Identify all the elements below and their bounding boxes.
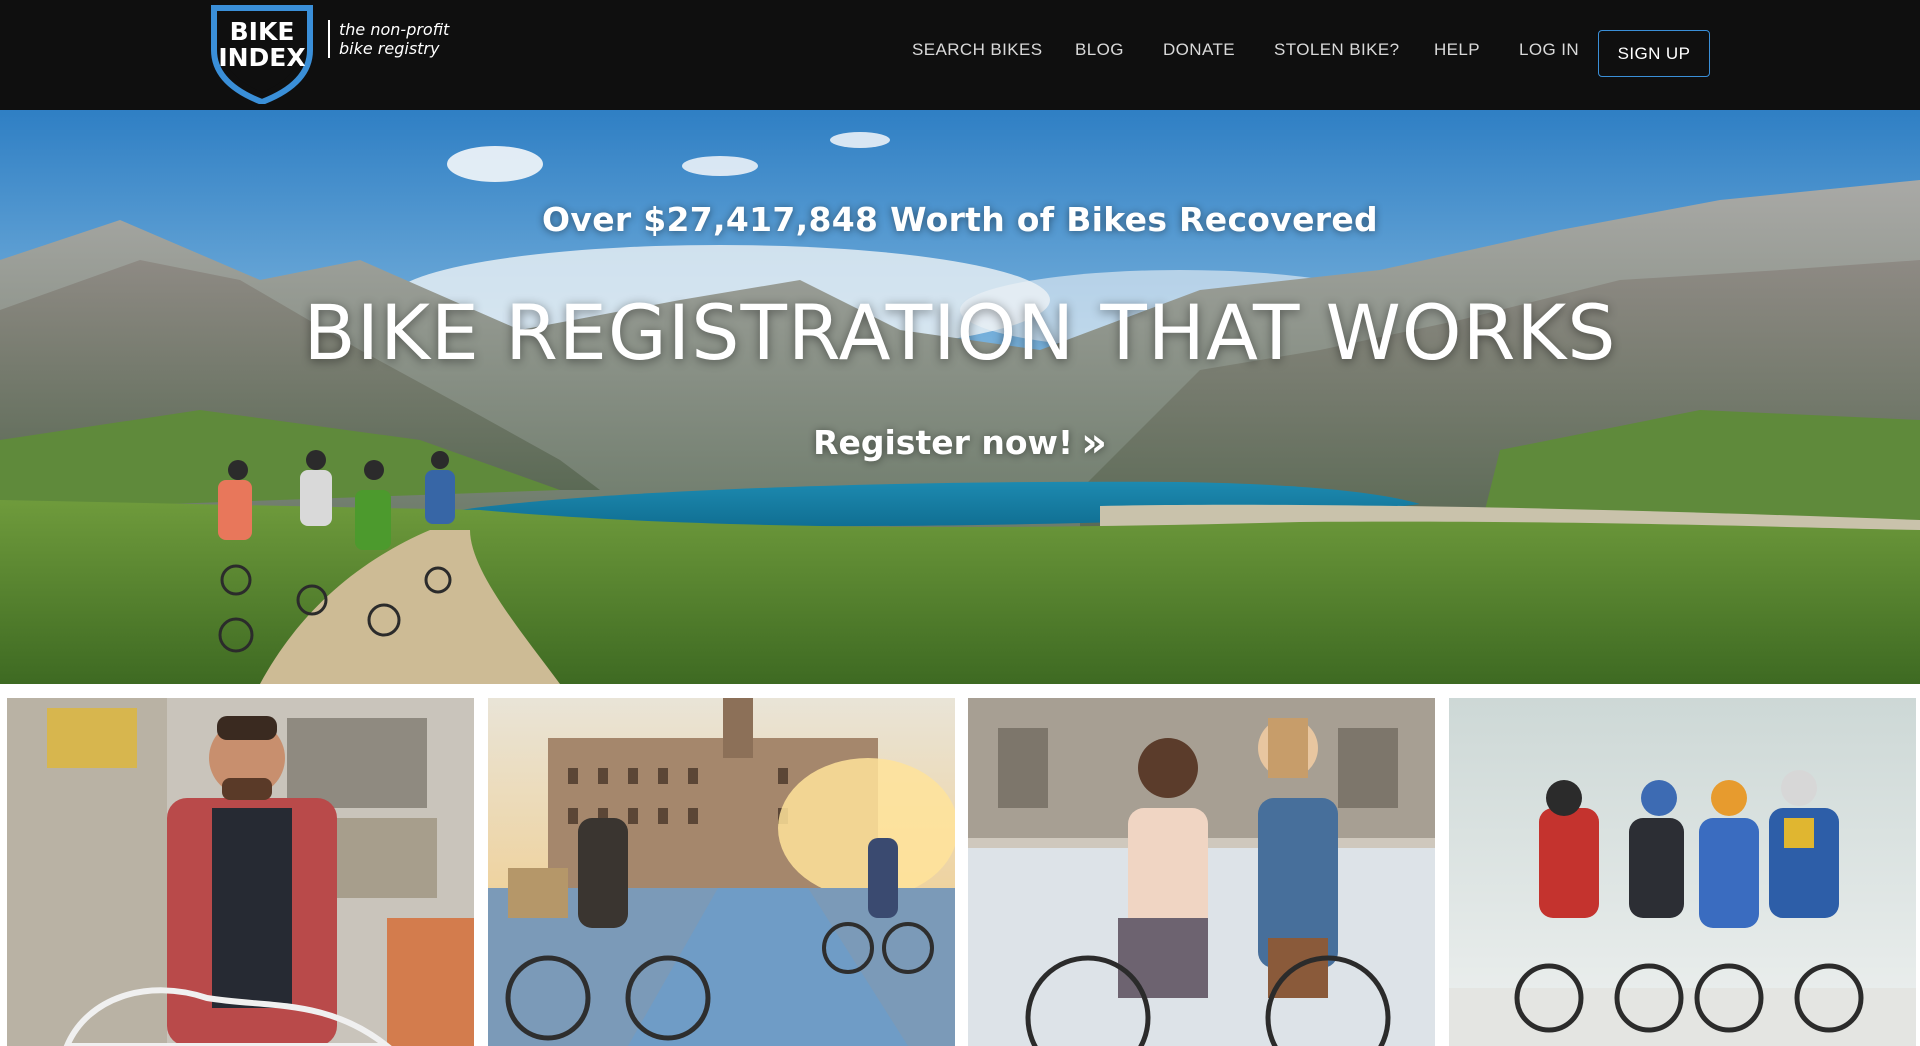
site-header: BIKE INDEX the non-profit bike registry … bbox=[0, 0, 1920, 110]
tile-city-commuters-photo bbox=[488, 698, 955, 1046]
sign-up-button[interactable]: SIGN UP bbox=[1598, 30, 1710, 77]
bikes-recovered-stat: Over $27,417,848 Worth of Bikes Recovere… bbox=[542, 200, 1378, 239]
nav-donate-link[interactable]: DONATE bbox=[1163, 40, 1235, 60]
tile-friends-with-bike-photo bbox=[968, 698, 1435, 1046]
nav-stolen-bike-link[interactable]: STOLEN BIKE? bbox=[1274, 40, 1399, 60]
register-now-link[interactable]: Register now!» bbox=[0, 420, 1920, 466]
photo-tiles-row bbox=[0, 698, 1920, 1046]
nav-blog-link[interactable]: BLOG bbox=[1075, 40, 1124, 60]
hero-landscape-image bbox=[0, 110, 1920, 684]
main-nav: SEARCH BIKES BLOG DONATE STOLEN BIKE? HE… bbox=[0, 0, 1920, 110]
double-chevron-right-icon: » bbox=[1081, 420, 1107, 466]
tile-cycling-team-photo bbox=[1449, 698, 1916, 1046]
hero-title: BIKE REGISTRATION THAT WORKS bbox=[303, 288, 1617, 377]
nav-search-bikes-link[interactable]: SEARCH BIKES bbox=[912, 40, 1042, 60]
tile-shop-mechanic-photo bbox=[7, 698, 474, 1046]
hero-banner: Over $27,417,848 Worth of Bikes Recovere… bbox=[0, 110, 1920, 684]
nav-help-link[interactable]: HELP bbox=[1434, 40, 1480, 60]
nav-log-in-link[interactable]: LOG IN bbox=[1519, 40, 1579, 60]
register-now-label[interactable]: Register now! bbox=[813, 423, 1073, 462]
